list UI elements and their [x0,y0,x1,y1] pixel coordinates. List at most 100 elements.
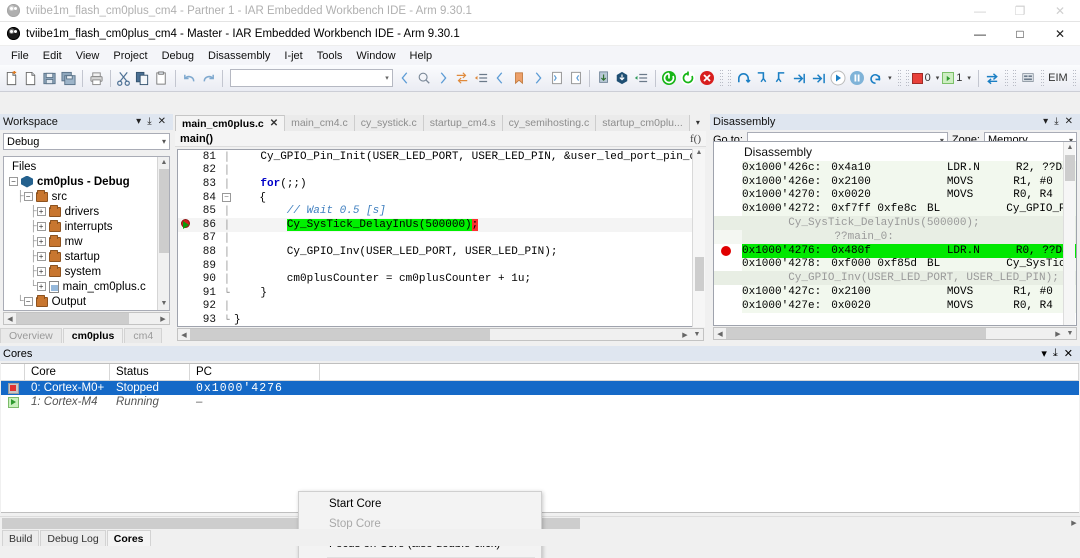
switch-core-icon[interactable] [983,68,1002,89]
tree-item-startup[interactable]: ├ + startup [4,249,169,264]
editor-tab-cy-semihosting-c[interactable]: cy_semihosting.c [502,115,597,131]
maximize-icon-partner[interactable]: ❐ [1000,0,1040,21]
toolbar-grip[interactable] [719,69,724,88]
scroll-thumb[interactable] [159,169,169,253]
context-menu-item-start-core[interactable]: Start Core [299,494,541,514]
scroll-thumb[interactable] [1065,155,1075,181]
menu-ijet[interactable]: I-jet [277,48,309,64]
project-tree-hscrollbar[interactable]: ◀ ▶ [3,312,170,325]
bookmark-toggle-icon[interactable] [509,68,528,89]
breakpoint-gutter[interactable] [178,259,192,272]
tree-item-main-cm0plus-c[interactable]: └ + main_cm0plus.c [4,279,169,294]
disassembly-row-current[interactable]: 0x1000'4276: 0x480f LDR.N R0, ??Dat [714,243,1076,258]
code-view[interactable]: 81 │ Cy_GPIO_Pin_Init(USER_LED_PORT, USER… [177,149,704,327]
chevron-down-icon[interactable]: ▾ [1041,347,1047,360]
close-icon-partner[interactable]: ✕ [1040,0,1080,21]
toolbar-grip[interactable] [1004,69,1009,88]
save-all-icon[interactable] [59,68,78,89]
next-statement-icon[interactable] [790,68,809,89]
fold-gutter[interactable]: │ [220,301,234,311]
disassembly-gutter[interactable] [714,285,742,299]
open-file-icon[interactable] [21,68,40,89]
code-line[interactable]: 90 │ cm0plusCounter = cm0plusCounter + 1u… [178,272,703,286]
fold-gutter[interactable]: │ [220,261,234,271]
trace-icon[interactable] [1019,68,1038,89]
fold-gutter[interactable]: │ [220,206,234,216]
new-file-icon[interactable] [2,68,21,89]
disassembly-hscrollbar[interactable]: ◀ ▶ ▼ [713,327,1077,340]
step-over-icon[interactable] [734,68,753,89]
tree-item-interrupts[interactable]: ├ + interrupts [4,219,169,234]
tree-item-cm0plus-debug[interactable]: − cm0plus - Debug [4,174,169,189]
toolbar-grip[interactable] [905,69,910,88]
function-list-icon[interactable]: f() [690,133,701,145]
menu-edit[interactable]: Edit [36,48,69,64]
breakpoint-gutter[interactable] [178,232,192,245]
disassembly-row[interactable]: 0x1000'427e: 0x0020 MOVS R0, R4 [714,298,1076,313]
cores-table-row[interactable]: 0: Cortex-M0+ Stopped 0x1000'4276 [1,381,1079,395]
code-line[interactable]: 93 └} [178,313,703,326]
workspace-tab-cm0plus[interactable]: cm0plus [62,328,124,343]
scroll-thumb[interactable] [726,328,986,339]
disassembly-gutter[interactable] [714,188,742,203]
cores-table-row[interactable]: 1: Cortex-M4 Running – [1,395,1079,409]
editor-tab-overflow-icon[interactable]: ▾ [690,118,706,127]
code-vscrollbar[interactable]: ▲ [692,149,705,327]
running-core-counter[interactable]: 1 ▾ [942,72,974,84]
editor-tab-cy-systick-c[interactable]: cy_systick.c [354,115,424,131]
download-debug-icon[interactable] [613,68,632,89]
chevron-down-icon[interactable]: ▾ [1043,117,1048,127]
fold-toggle-icon[interactable]: − [222,193,231,203]
print-icon[interactable] [87,68,106,89]
menu-disassembly[interactable]: Disassembly [201,48,277,64]
close-icon[interactable]: ✕ [270,118,278,129]
breakpoint-gutter[interactable] [178,245,192,258]
column-header-status[interactable]: Status [110,363,190,381]
toolbar-grip[interactable] [897,69,902,88]
navigate-back-icon[interactable] [396,68,415,89]
disassembly-row[interactable]: 0x1000'4272: 0xf7ff 0xfe8c BL Cy_GPIO_P [714,202,1076,217]
bookmark-prev-icon[interactable] [490,68,509,89]
project-tree[interactable]: Files − cm0plus - Debug ├ − src ├ + driv… [3,156,170,311]
column-header-icon[interactable] [1,363,25,381]
disassembly-gutter[interactable] [714,161,742,175]
breakpoint-gutter[interactable] [178,300,192,313]
chevron-down-icon[interactable]: ▾ [888,74,892,82]
run-to-cursor-icon[interactable] [809,68,828,89]
scroll-down-icon[interactable]: ▼ [1064,330,1076,337]
disassembly-list[interactable]: Disassembly 0x1000'426c: 0x4a10 LDR.N R2, ?… [713,141,1077,326]
scroll-left-icon[interactable]: ◀ [714,330,726,338]
disassembly-breakpoint-gutter[interactable] [714,243,742,258]
maximize-icon[interactable]: □ [1000,22,1040,45]
breakpoint-gutter[interactable] [178,273,192,286]
fold-gutter[interactable]: │ [220,233,234,243]
disassembly-vscrollbar[interactable]: ▲ [1063,142,1075,325]
column-header-core[interactable]: Core [25,363,110,381]
save-icon[interactable] [40,68,59,89]
toolbar-grip[interactable] [1012,69,1017,88]
fold-gutter[interactable]: │ [220,165,234,175]
scroll-thumb[interactable] [695,257,704,291]
tree-item-mw[interactable]: ├ + mw [4,234,169,249]
go-to-definition-icon[interactable] [453,68,472,89]
make-icon[interactable] [594,68,613,89]
expand-toggle-icon[interactable]: − [23,192,33,201]
chevron-down-icon[interactable]: ▾ [967,74,971,82]
close-icon[interactable]: ✕ [1064,347,1073,360]
download-and-debug-icon[interactable] [660,68,679,89]
close-icon[interactable]: ✕ [1065,117,1073,127]
disassembly-gutter[interactable] [714,174,742,189]
scroll-up-icon[interactable]: ▲ [1064,142,1076,154]
breakpoint-gutter[interactable] [178,150,192,163]
project-tree-vscrollbar[interactable]: ▲ ▼ [157,157,169,310]
disassembly-row[interactable]: 0x1000'426c: 0x4a10 LDR.N R2, ??Dat [714,161,1076,175]
pin-icon[interactable]: ⤓ [147,117,151,127]
pin-icon[interactable]: ⤓ [1053,347,1058,360]
go-icon[interactable] [828,68,847,89]
bottom-tab-cores[interactable]: Cores [106,530,151,546]
chevron-down-icon[interactable]: ▾ [136,117,141,127]
fold-gutter[interactable]: │ [220,152,234,162]
fold-gutter[interactable]: └ [220,288,234,298]
tree-item-system[interactable]: ├ + system [4,264,169,279]
breakpoint-icon[interactable] [721,245,731,256]
